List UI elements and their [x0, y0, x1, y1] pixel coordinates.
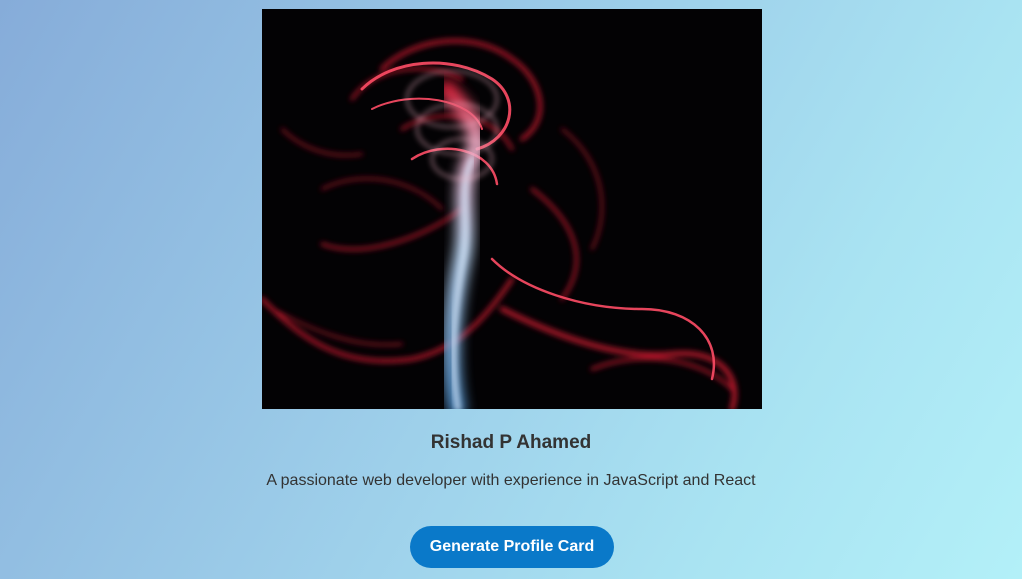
smoke-image: [262, 9, 762, 409]
generate-profile-card-button[interactable]: Generate Profile Card: [410, 526, 614, 568]
profile-card: Rishad P Ahamed A passionate web develop…: [0, 0, 1022, 579]
profile-bio: A passionate web developer with experien…: [266, 472, 756, 489]
profile-name: Rishad P Ahamed: [430, 432, 592, 453]
profile-photo: [262, 9, 762, 409]
